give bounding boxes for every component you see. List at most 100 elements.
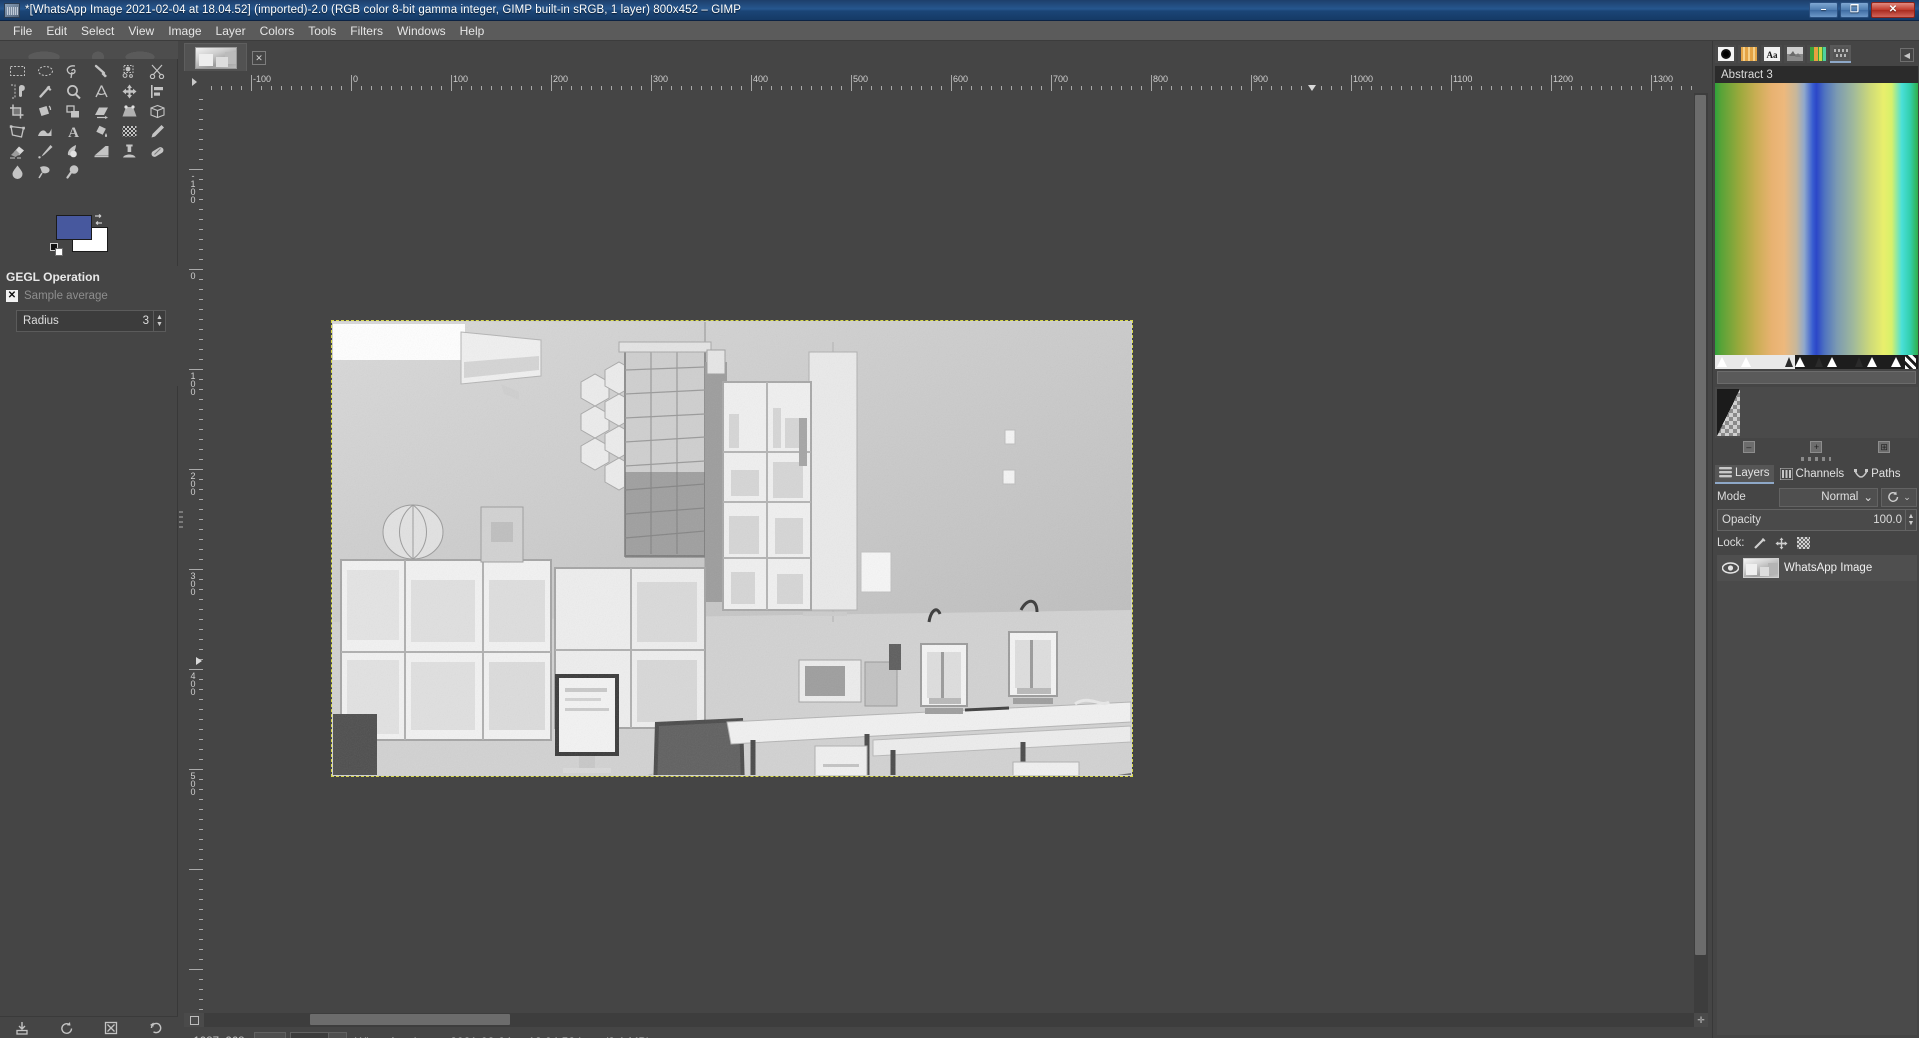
canvas-area[interactable] (204, 93, 1694, 1013)
save-tool-preset-icon[interactable] (12, 1019, 32, 1037)
tab-patterns[interactable] (1738, 45, 1759, 63)
warp-transform-tool[interactable] (33, 121, 57, 141)
maximize-button[interactable]: ❐ (1840, 2, 1869, 18)
opacity-value[interactable]: 100.0 (1873, 514, 1905, 526)
canvas-vertical-scrollbar[interactable] (1694, 93, 1708, 1013)
gradient-stop-markers[interactable] (1715, 355, 1918, 369)
lock-pixels-icon[interactable] (1753, 536, 1767, 550)
free-select-tool[interactable] (61, 61, 85, 81)
measure-tool[interactable] (89, 81, 113, 101)
close-image-button[interactable]: ✕ (252, 51, 266, 65)
tab-brushes[interactable] (1715, 45, 1736, 63)
composite-mode-button[interactable]: ⌄ (1881, 487, 1917, 507)
layer-list[interactable]: WhatsApp Image (1717, 555, 1917, 1035)
reset-tool-options-icon[interactable] (146, 1019, 166, 1037)
ruler-origin-icon[interactable] (184, 71, 204, 93)
horizontal-ruler[interactable]: -100 0 100 200 300 400 500 600 700 800 900 1000 1100… (204, 71, 1694, 93)
tab-layers[interactable]: Layers (1715, 464, 1774, 484)
hscroll-thumb[interactable] (310, 1014, 510, 1025)
restore-tool-preset-icon[interactable] (57, 1019, 77, 1037)
menu-help[interactable]: Help (453, 22, 492, 40)
lock-position-icon[interactable] (1775, 536, 1789, 550)
paths-tool[interactable] (33, 81, 57, 101)
shear-tool[interactable] (89, 101, 113, 121)
rect-select-tool[interactable] (5, 61, 29, 81)
3d-transform-tool[interactable] (145, 101, 169, 121)
mypaint-brush-tool[interactable] (89, 141, 113, 161)
menu-colors[interactable]: Colors (253, 22, 302, 40)
dock-resize-grip[interactable] (1801, 457, 1831, 461)
pencil-tool[interactable] (145, 121, 169, 141)
sample-average-checkbox[interactable]: ✕ (6, 290, 18, 302)
ink-tool[interactable] (61, 141, 85, 161)
quickmask-toggle-button[interactable] (184, 1013, 204, 1027)
tab-gradients[interactable] (1807, 45, 1828, 63)
select-by-color-tool[interactable] (117, 61, 141, 81)
delete-tool-preset-icon[interactable] (101, 1019, 121, 1037)
layer-visibility-icon[interactable] (1717, 562, 1743, 574)
scale-tool[interactable] (61, 101, 85, 121)
foreground-select-tool[interactable] (5, 81, 29, 101)
tab-fonts[interactable]: Aa (1761, 45, 1782, 63)
blur-sharpen-tool[interactable] (5, 161, 29, 181)
menu-view[interactable]: View (121, 22, 161, 40)
zoom-in-button[interactable]: + (1810, 441, 1823, 453)
color-picker-tool[interactable] (61, 81, 85, 101)
radius-spinner[interactable]: Radius 3 ▲ ▼ (16, 310, 166, 332)
zoom-fit-button[interactable]: ⊞ (1878, 441, 1891, 453)
menu-windows[interactable]: Windows (390, 22, 453, 40)
zoom-dropdown-button[interactable]: ▼ (328, 1032, 347, 1038)
minimize-button[interactable]: – (1809, 2, 1838, 18)
opacity-stepper[interactable]: ▲ ▼ (1905, 510, 1916, 530)
ellipse-select-tool[interactable] (33, 61, 57, 81)
crop-tool[interactable] (5, 101, 29, 121)
navigation-preview-button[interactable]: ✛ (1694, 1013, 1708, 1027)
heal-tool[interactable] (145, 141, 169, 161)
eraser-tool[interactable] (5, 141, 29, 161)
clone-tool[interactable] (117, 141, 141, 161)
image-tab[interactable] (184, 43, 247, 71)
vertical-ruler[interactable]: -100 0 100 200 300 400 500 (184, 93, 204, 1013)
radius-value[interactable]: 3 (143, 315, 153, 327)
layer-name[interactable]: WhatsApp Image (1784, 562, 1872, 574)
perspective-tool[interactable] (117, 101, 141, 121)
zoom-field[interactable]: 100 % (290, 1032, 329, 1038)
handle-transform-tool[interactable] (5, 121, 29, 141)
tab-palettes[interactable] (1830, 45, 1851, 63)
gradient-zoom-slider[interactable] (1717, 371, 1916, 384)
tab-channels[interactable]: Channels (1776, 465, 1849, 484)
reset-colors-icon[interactable] (50, 243, 64, 257)
menu-tools[interactable]: Tools (301, 22, 343, 40)
bucket-fill-tool[interactable] (89, 121, 113, 141)
move-tool[interactable] (117, 81, 141, 101)
canvas-photo[interactable] (333, 322, 1131, 775)
tab-document-history[interactable] (1784, 45, 1805, 63)
menu-edit[interactable]: Edit (39, 22, 74, 40)
menu-layer[interactable]: Layer (209, 22, 253, 40)
menu-select[interactable]: Select (74, 22, 121, 40)
fuzzy-select-tool[interactable] (89, 61, 113, 81)
swap-colors-icon[interactable] (92, 213, 105, 225)
zoom-out-button[interactable]: – (1742, 441, 1755, 453)
gradient-preview[interactable] (1715, 83, 1918, 355)
canvas-horizontal-scrollbar[interactable] (204, 1013, 1694, 1027)
table-row[interactable]: WhatsApp Image (1717, 555, 1917, 581)
menu-image[interactable]: Image (161, 22, 208, 40)
rotate-tool[interactable] (33, 101, 57, 121)
foreground-color-swatch[interactable] (56, 215, 92, 240)
sample-average-row[interactable]: ✕ Sample average (6, 290, 108, 302)
airbrush-tool[interactable] (33, 141, 57, 161)
text-tool[interactable]: A (61, 121, 85, 141)
dock-menu-icon[interactable]: ◀ (1900, 48, 1914, 62)
menu-file[interactable]: File (6, 22, 39, 40)
scissors-select-tool[interactable] (145, 61, 169, 81)
dodge-burn-tool[interactable] (61, 161, 85, 181)
vscroll-thumb[interactable] (1695, 95, 1706, 955)
close-button[interactable]: ✕ (1871, 2, 1915, 18)
canvas-image-frame[interactable] (331, 320, 1133, 777)
menu-filters[interactable]: Filters (343, 22, 390, 40)
lock-alpha-icon[interactable] (1797, 536, 1811, 550)
tab-paths[interactable]: Paths (1850, 465, 1904, 484)
mode-select[interactable]: Normal ⌄ (1779, 487, 1878, 507)
opacity-row[interactable]: Opacity 100.0 ▲ ▼ (1717, 509, 1917, 531)
